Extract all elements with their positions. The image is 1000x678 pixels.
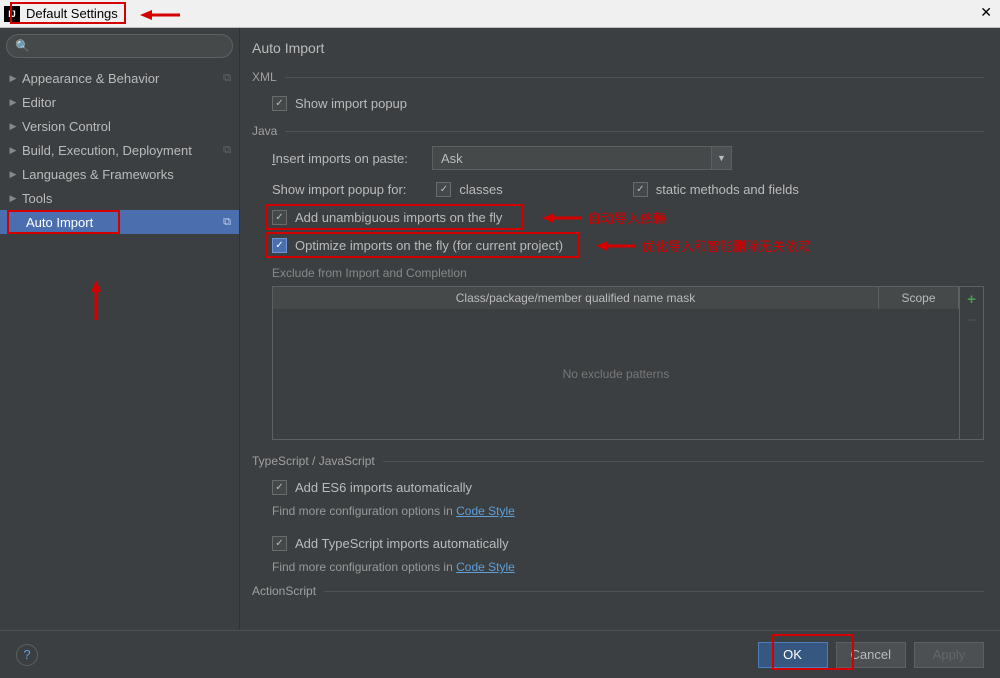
copy-icon: ⧉ <box>223 72 231 85</box>
tree-item-version-control[interactable]: ▶Version Control <box>0 114 239 138</box>
checkbox-classes[interactable]: classes <box>436 178 502 200</box>
sidebar: 🔍 ▶Appearance & Behavior⧉ ▶Editor ▶Versi… <box>0 28 240 630</box>
hint-es6: Find more configuration options in Code … <box>272 504 984 518</box>
th-class[interactable]: Class/package/member qualified name mask <box>273 287 879 309</box>
section-header-ts: TypeScript / JavaScript <box>252 454 375 468</box>
help-icon[interactable]: ? <box>16 644 38 666</box>
link-code-style[interactable]: Code Style <box>456 504 515 518</box>
apply-button: Apply <box>914 642 984 668</box>
search-icon: 🔍 <box>15 39 30 53</box>
annotation-arrow-title <box>140 10 180 20</box>
checkbox-icon[interactable] <box>272 480 287 495</box>
ok-button[interactable]: OK <box>758 642 828 668</box>
link-code-style[interactable]: Code Style <box>456 560 515 574</box>
insert-imports-select[interactable]: Ask ▼ <box>432 146 732 170</box>
tree-item-languages[interactable]: ▶Languages & Frameworks <box>0 162 239 186</box>
remove-icon: − <box>967 312 976 329</box>
exclude-table: Class/package/member qualified name mask… <box>272 286 984 440</box>
settings-main: Auto Import XML Show import popup Java I… <box>240 28 1000 630</box>
checkbox-icon[interactable] <box>436 182 451 197</box>
content: 🔍 ▶Appearance & Behavior⧉ ▶Editor ▶Versi… <box>0 28 1000 630</box>
footer: ? OK Cancel Apply <box>0 630 1000 678</box>
tree-item-auto-import[interactable]: Auto Import ⧉ <box>0 210 239 234</box>
section-header-java: Java <box>252 124 277 138</box>
settings-tree: ▶Appearance & Behavior⧉ ▶Editor ▶Version… <box>0 64 239 236</box>
checkbox-show-import-popup-xml[interactable]: Show import popup <box>272 92 984 114</box>
add-icon[interactable]: + <box>967 291 976 308</box>
annotation-arrow-up <box>90 280 102 320</box>
section-xml: XML Show import popup <box>252 70 984 114</box>
chevron-right-icon: ▶ <box>8 193 18 204</box>
checkbox-icon[interactable] <box>633 182 648 197</box>
tree-item-editor[interactable]: ▶Editor <box>0 90 239 114</box>
th-scope[interactable]: Scope <box>879 287 959 309</box>
section-header-xml: XML <box>252 70 277 84</box>
annotation-optimize: 优化导入和智能删除无关依赖 <box>596 236 811 255</box>
chevron-right-icon: ▶ <box>8 73 18 84</box>
checkbox-add-ts[interactable]: Add TypeScript imports automatically <box>272 532 984 554</box>
close-icon[interactable]: ✕ <box>980 4 992 21</box>
checkbox-static-methods[interactable]: static methods and fields <box>633 178 799 200</box>
section-java: Java Insert imports on paste: Ask ▼ Show… <box>252 124 984 440</box>
window-title: Default Settings <box>26 6 118 21</box>
chevron-right-icon: ▶ <box>8 145 18 156</box>
table-empty: No exclude patterns <box>273 309 959 439</box>
exclude-label: Exclude from Import and Completion <box>272 266 984 280</box>
chevron-down-icon: ▼ <box>711 147 731 169</box>
section-header-as: ActionScript <box>252 584 316 598</box>
hint-ts: Find more configuration options in Code … <box>272 560 984 574</box>
search-input[interactable] <box>34 39 224 53</box>
checkbox-icon[interactable] <box>272 96 287 111</box>
app-icon: IJ <box>4 6 20 22</box>
checkbox-icon[interactable] <box>272 238 287 253</box>
copy-icon: ⧉ <box>223 144 231 157</box>
checkbox-icon[interactable] <box>272 210 287 225</box>
annotation-auto-dep: 自动导入依赖 <box>542 208 666 227</box>
checkbox-icon[interactable] <box>272 536 287 551</box>
section-ts: TypeScript / JavaScript Add ES6 imports … <box>252 454 984 574</box>
page-title: Auto Import <box>252 40 984 56</box>
checkbox-add-es6[interactable]: Add ES6 imports automatically <box>272 476 984 498</box>
tree-item-appearance[interactable]: ▶Appearance & Behavior⧉ <box>0 66 239 90</box>
insert-imports-label: Insert imports on paste: <box>272 151 432 166</box>
search-box[interactable]: 🔍 <box>6 34 233 58</box>
tree-item-build[interactable]: ▶Build, Execution, Deployment⧉ <box>0 138 239 162</box>
chevron-right-icon: ▶ <box>8 121 18 132</box>
show-popup-for-label: Show import popup for: <box>272 182 406 197</box>
chevron-right-icon: ▶ <box>8 97 18 108</box>
chevron-right-icon: ▶ <box>8 169 18 180</box>
cancel-button[interactable]: Cancel <box>836 642 906 668</box>
tree-item-tools[interactable]: ▶Tools <box>0 186 239 210</box>
section-actionscript: ActionScript <box>252 584 984 598</box>
copy-icon: ⧉ <box>223 216 231 229</box>
